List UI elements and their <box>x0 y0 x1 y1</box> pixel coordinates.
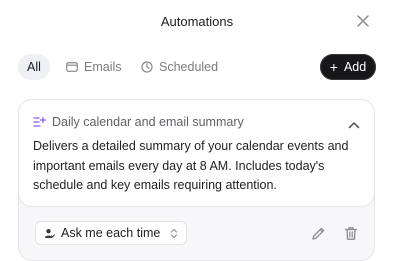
tab-all[interactable]: All <box>18 54 50 80</box>
tab-emails[interactable]: Emails <box>66 54 122 80</box>
chevron-up-icon[interactable] <box>348 116 360 134</box>
automation-card-body: Daily calendar and email summary Deliver… <box>18 99 375 207</box>
automation-card: Daily calendar and email summary Deliver… <box>18 99 375 261</box>
dialog-header: Automations <box>0 0 394 44</box>
clock-icon <box>141 61 153 73</box>
automation-title: Daily calendar and email summary <box>52 115 244 129</box>
sparkle-list-icon <box>33 116 46 128</box>
tab-all-label: All <box>27 60 41 74</box>
automation-header[interactable]: Daily calendar and email summary <box>33 114 360 130</box>
approval-select[interactable]: Ask me each time <box>35 221 187 245</box>
dialog-title: Automations <box>160 14 234 29</box>
automation-description: Delivers a detailed summary of your cale… <box>33 139 349 192</box>
trash-icon[interactable] <box>344 226 358 246</box>
add-button-label: Add <box>343 60 367 74</box>
user-check-icon <box>44 228 55 239</box>
close-icon[interactable] <box>356 14 370 28</box>
tab-emails-label: Emails <box>84 60 122 74</box>
mail-icon <box>66 62 78 72</box>
pencil-icon[interactable] <box>311 226 326 246</box>
tab-scheduled[interactable]: Scheduled <box>141 54 218 80</box>
add-automation-button[interactable]: + Add <box>320 54 376 80</box>
chevron-up-down-icon <box>170 228 178 239</box>
tab-scheduled-label: Scheduled <box>159 60 219 74</box>
approval-select-value: Ask me each time <box>61 226 161 240</box>
filter-tabs: All Emails Scheduled + Add <box>18 54 376 80</box>
plus-icon: + <box>329 59 338 75</box>
